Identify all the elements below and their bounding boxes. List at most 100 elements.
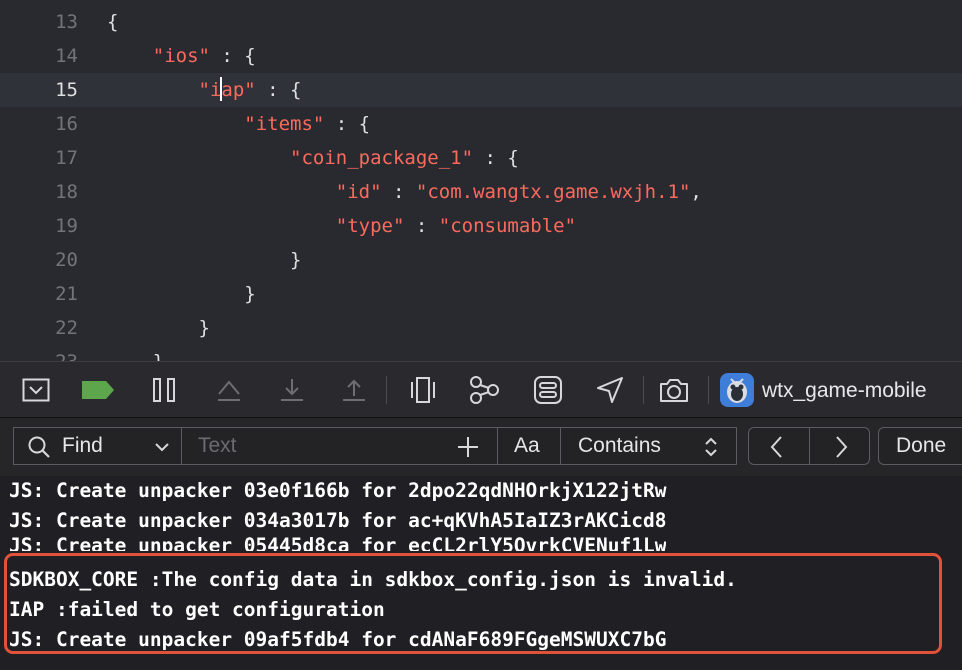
code-text[interactable]: }: [107, 345, 164, 361]
debug-toolbar: wtx_game-mobile: [0, 361, 962, 418]
code-line[interactable]: 15 "iap" : {: [0, 73, 962, 107]
memory-graph-icon[interactable]: [466, 372, 502, 408]
code-editor[interactable]: 13{14 "ios" : {15 "iap" : {16 "items" : …: [0, 0, 962, 361]
code-token: : {: [255, 79, 302, 101]
string-token: "consumable": [438, 215, 577, 237]
toolbar-divider: [708, 376, 709, 404]
line-number: 17: [55, 147, 78, 169]
code-line[interactable]: 22 }: [0, 311, 962, 345]
console-line: JS: Create unpacker 03e0f166b for 2dpo22…: [9, 479, 667, 502]
code-token: ,: [690, 181, 702, 203]
line-number: 22: [55, 317, 78, 339]
line-number: 14: [55, 45, 78, 67]
field-divider: [560, 428, 561, 464]
next-match-icon[interactable]: [833, 435, 849, 459]
simulate-location-icon[interactable]: [592, 372, 628, 408]
code-line[interactable]: 20 }: [0, 243, 962, 277]
field-divider: [809, 428, 810, 464]
string-token: "i: [198, 79, 222, 101]
up-down-chevron-icon[interactable]: [704, 436, 718, 458]
hide-debug-area-icon[interactable]: [18, 372, 54, 408]
code-token: : {: [209, 45, 256, 67]
code-token: }: [290, 249, 302, 271]
console-line: JS: Create unpacker 05445d8ca for ecCL2r…: [9, 534, 667, 551]
code-token: }: [198, 317, 210, 339]
code-line[interactable]: 23 }: [0, 345, 962, 361]
line-number: 23: [0, 345, 78, 361]
done-button-label: Done: [896, 434, 947, 457]
code-token: :: [381, 181, 416, 203]
code-line[interactable]: 16 "items" : {: [0, 107, 962, 141]
line-number: 13: [55, 11, 78, 33]
plus-icon[interactable]: [456, 435, 480, 459]
toolbar-divider: [386, 376, 387, 404]
code-token: :: [404, 215, 439, 237]
code-line[interactable]: 19 "type" : "consumable": [0, 209, 962, 243]
app-icon[interactable]: [719, 372, 755, 408]
line-number: 15: [55, 79, 78, 101]
error-highlight-box: [4, 553, 942, 654]
search-icon: [28, 436, 50, 458]
field-divider: [181, 428, 182, 464]
match-mode-select[interactable]: Contains: [578, 428, 661, 464]
breakpoints-icon[interactable]: [80, 372, 116, 408]
code-line[interactable]: 14 "ios" : {: [0, 39, 962, 73]
code-text[interactable]: }: [107, 277, 256, 311]
step-over-icon[interactable]: [211, 372, 247, 408]
string-token: "items": [244, 113, 325, 135]
step-into-icon[interactable]: [274, 372, 310, 408]
line-number: 20: [55, 249, 78, 271]
code-line[interactable]: 13 {: [0, 5, 962, 39]
environment-overrides-icon[interactable]: [530, 372, 566, 408]
code-text[interactable]: "iap" : {: [107, 73, 302, 107]
find-navigation: [748, 427, 870, 465]
string-token: "com.wangtx.game.wxjh.1": [415, 181, 691, 203]
step-out-icon[interactable]: [336, 372, 372, 408]
toolbar-divider: [643, 376, 644, 404]
search-text-input[interactable]: Text: [198, 428, 237, 464]
line-number: 19: [55, 215, 78, 237]
code-line[interactable]: 18 "id" : "com.wangtx.game.wxjh.1",: [0, 175, 962, 209]
string-token: "type": [335, 215, 405, 237]
code-text[interactable]: "ios" : {: [107, 39, 256, 73]
code-token: : {: [324, 113, 371, 135]
pause-icon[interactable]: [146, 372, 182, 408]
string-token: "ios": [152, 45, 210, 67]
find-field[interactable]: Find Text: [13, 427, 498, 465]
find-bar: Find Text Aa Contains Done: [0, 418, 962, 476]
code-text[interactable]: "items" : {: [107, 107, 370, 141]
line-number: 16: [55, 113, 78, 135]
code-line[interactable]: 17 "coin_package_1" : {: [0, 141, 962, 175]
match-options: Aa Contains: [497, 427, 737, 465]
done-button[interactable]: Done: [878, 427, 962, 465]
previous-match-icon[interactable]: [769, 435, 785, 459]
code-token: }: [153, 351, 164, 361]
scheme-label[interactable]: wtx_game-mobile: [762, 362, 927, 419]
code-text[interactable]: "type" : "consumable": [107, 209, 576, 243]
line-number: 21: [55, 283, 78, 305]
chevron-down-icon[interactable]: [154, 442, 170, 452]
string-token: "id": [335, 181, 382, 203]
screenshot-icon[interactable]: [656, 372, 692, 408]
code-text[interactable]: }: [107, 243, 301, 277]
code-token: }: [244, 283, 256, 305]
code-text[interactable]: "coin_package_1" : {: [107, 141, 519, 175]
code-token: {: [107, 11, 119, 33]
code-line[interactable]: 21 }: [0, 277, 962, 311]
case-sensitivity-toggle[interactable]: Aa: [514, 428, 540, 464]
code-text[interactable]: }: [107, 311, 210, 345]
find-mode-label[interactable]: Find: [62, 428, 103, 464]
code-text[interactable]: "id" : "com.wangtx.game.wxjh.1",: [107, 175, 702, 209]
line-number: 18: [55, 181, 78, 203]
code-text[interactable]: {: [107, 5, 118, 39]
view-hierarchy-icon[interactable]: [405, 372, 441, 408]
